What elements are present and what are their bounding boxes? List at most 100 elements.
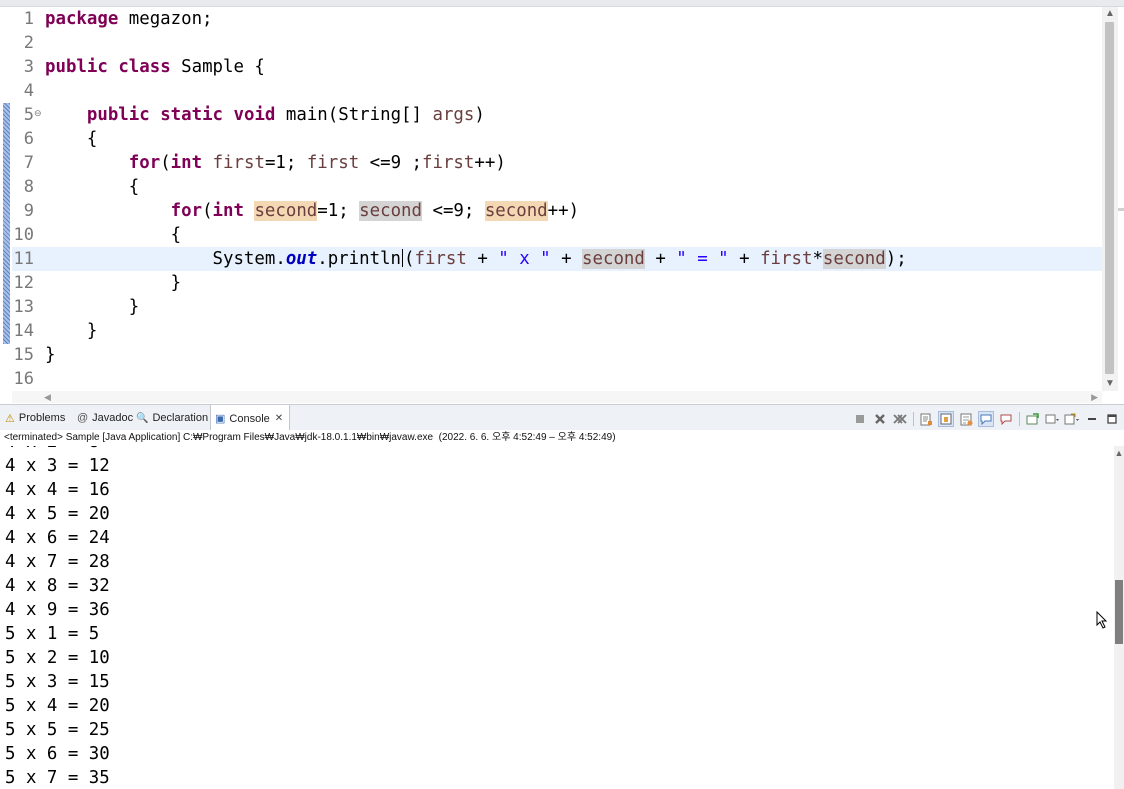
code-line[interactable]: 6 { xyxy=(12,127,1102,151)
code-text: { xyxy=(45,223,182,247)
code-token: ++) xyxy=(547,201,580,221)
code-token: first xyxy=(212,153,265,173)
line-number: 6 xyxy=(23,129,34,149)
clear-console-icon[interactable] xyxy=(918,411,934,427)
line-number: 16 xyxy=(13,369,34,389)
word-wrap-icon[interactable] xyxy=(958,411,974,427)
code-token: + xyxy=(550,249,583,269)
scroll-up-arrow-icon[interactable]: ▲ xyxy=(1102,7,1118,21)
code-line[interactable]: 3 public class Sample { xyxy=(12,55,1102,79)
show-console-on-error-icon[interactable] xyxy=(998,411,1014,427)
code-area[interactable]: 1 package megazon; 2 3 public class Sample {… xyxy=(12,7,1102,391)
code-token: ( xyxy=(160,153,171,173)
scroll-down-arrow-icon[interactable]: ▼ xyxy=(1102,377,1118,391)
code-token: <=9; xyxy=(422,201,485,221)
remove-launch-icon[interactable] xyxy=(872,411,888,427)
tab-javadoc[interactable]: @ Javadoc xyxy=(77,405,133,431)
code-line[interactable]: 4 xyxy=(12,79,1102,103)
code-line[interactable]: 7 for(int first=1; first <=9 ;first++) xyxy=(12,151,1102,175)
code-editor[interactable]: 1 package megazon; 2 3 public class Sample {… xyxy=(0,0,1124,404)
code-line[interactable]: 10 { xyxy=(12,223,1102,247)
code-token: for xyxy=(170,201,203,221)
code-line[interactable]: 16 xyxy=(12,367,1102,391)
code-token: int xyxy=(212,201,244,221)
pin-console-icon[interactable] xyxy=(1024,411,1040,427)
code-line[interactable]: 14 } xyxy=(12,319,1102,343)
code-line[interactable]: 1 package megazon; xyxy=(12,7,1102,31)
code-token: second xyxy=(254,201,318,221)
code-line[interactable]: 11 System.out.println (first + " x " + se… xyxy=(12,247,1102,271)
code-line[interactable]: 12 } xyxy=(12,271,1102,295)
code-line[interactable]: 13 } xyxy=(12,295,1102,319)
tab-label: Declaration xyxy=(152,412,209,424)
scroll-up-arrow-icon[interactable]: ▲ xyxy=(1114,448,1124,458)
console-line: 4 x 4 = 16 xyxy=(5,480,110,500)
code-token: args xyxy=(432,105,475,125)
scroll-left-arrow-icon[interactable]: ◀ xyxy=(44,391,51,403)
display-selected-console-icon[interactable] xyxy=(1044,411,1060,427)
text-cursor xyxy=(402,249,403,267)
code-token: ( xyxy=(202,201,213,221)
console-line: 4 x 2 = 8 xyxy=(5,446,99,454)
console-line: 4 x 3 = 12 xyxy=(5,456,110,476)
tab-label: Problems xyxy=(18,412,66,424)
code-text: for(int second=1; second <=9; second++) xyxy=(45,199,579,223)
code-token: second xyxy=(484,201,548,221)
code-token: static xyxy=(160,105,224,125)
line-number: 3 xyxy=(23,57,34,77)
scroll-right-arrow-icon[interactable]: ▶ xyxy=(1091,391,1098,403)
tab-console[interactable]: ▣ Console ✕ xyxy=(210,405,291,432)
code-text: package megazon; xyxy=(45,7,213,31)
line-number: 4 xyxy=(23,81,34,101)
close-icon[interactable]: ✕ xyxy=(275,413,283,424)
show-console-on-output-icon[interactable] xyxy=(978,411,994,427)
console-toolbar xyxy=(848,410,1120,428)
change-marker xyxy=(3,103,10,344)
mouse-pointer-icon xyxy=(1096,611,1108,629)
maximize-icon[interactable] xyxy=(1104,411,1120,427)
launch-info: <terminated> Sample [Java Application] C… xyxy=(0,430,1124,446)
editor-vertical-scrollbar[interactable]: ▲ ▼ xyxy=(1102,7,1118,391)
editor-horizontal-scrollbar[interactable]: ◀ ▶ xyxy=(12,391,1102,403)
code-line[interactable]: 9 for(int second=1; second <=9; second++… xyxy=(12,199,1102,223)
code-token: " x " xyxy=(498,249,551,269)
code-text: } xyxy=(45,343,55,367)
tab-problems[interactable]: ⚠ Problems xyxy=(5,405,65,431)
open-console-icon[interactable] xyxy=(1064,411,1080,427)
code-token: ++) xyxy=(474,153,506,173)
console-line: 4 x 7 = 28 xyxy=(5,552,110,572)
code-token: first xyxy=(414,249,467,269)
console-line: 5 x 2 = 10 xyxy=(5,648,110,668)
code-text: } xyxy=(45,319,97,343)
code-token: for xyxy=(128,153,161,173)
console-vertical-scrollbar[interactable]: ▲ xyxy=(1114,446,1124,789)
minimize-icon[interactable] xyxy=(1084,411,1100,427)
code-token: package xyxy=(45,9,119,29)
code-token: public xyxy=(86,105,150,125)
code-line[interactable]: 5 ⊖ public static void main(String[] args… xyxy=(12,103,1102,127)
code-text: { xyxy=(45,175,139,199)
code-token: { xyxy=(45,177,140,197)
code-line[interactable]: 2 xyxy=(12,31,1102,55)
fold-toggle-icon[interactable]: ⊖ xyxy=(34,103,42,125)
javadoc-icon: @ xyxy=(77,412,89,424)
remove-all-launches-icon[interactable] xyxy=(892,411,908,427)
console-output[interactable]: 4 x 2 = 8 4 x 3 = 12 4 x 4 = 16 4 x 5 = 20 4… xyxy=(0,446,1114,789)
tab-declaration[interactable]: 🔍 Declaration xyxy=(136,405,208,431)
line-number: 2 xyxy=(23,33,34,53)
tab-label: Javadoc xyxy=(92,412,134,424)
overview-ruler-mark xyxy=(1118,208,1124,211)
terminate-icon[interactable] xyxy=(852,411,868,427)
scrollbar-thumb[interactable] xyxy=(1105,22,1114,374)
code-token: } xyxy=(45,297,140,317)
scroll-lock-icon[interactable] xyxy=(938,411,954,427)
code-token: } xyxy=(45,345,56,365)
code-line[interactable]: 15} xyxy=(12,343,1102,367)
code-token: int xyxy=(170,153,203,173)
code-line[interactable]: 8 { xyxy=(12,175,1102,199)
code-token: .println xyxy=(317,249,401,269)
scrollbar-thumb[interactable] xyxy=(1115,580,1123,644)
